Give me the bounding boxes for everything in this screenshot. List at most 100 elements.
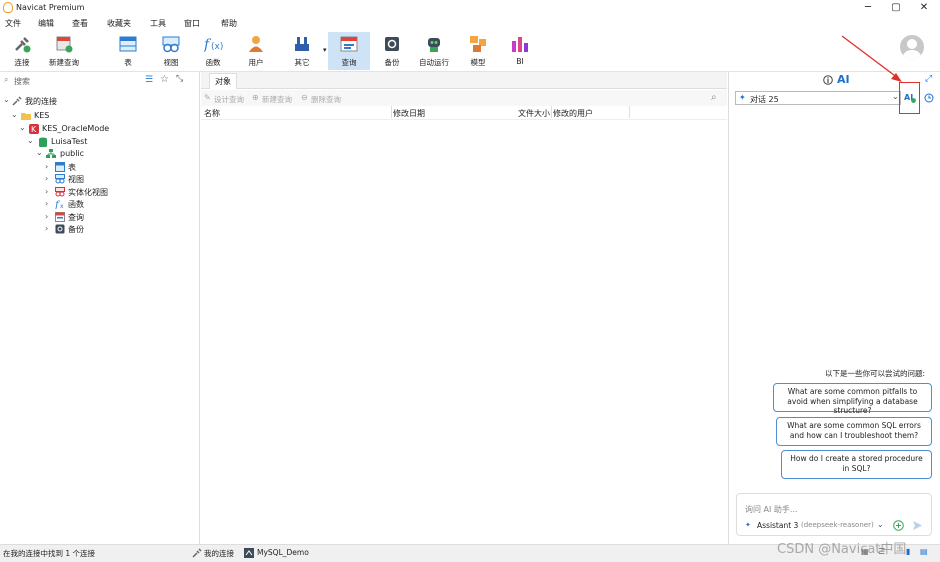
tree-item-views[interactable]: › 视图: [0, 174, 200, 185]
suggestions-title: 以下是一些你可以尝试的问题:: [825, 369, 926, 378]
column-modified-user[interactable]: 修改的用户: [553, 108, 593, 119]
toolbar-backup-button[interactable]: 备份: [372, 32, 412, 70]
menu-favorites[interactable]: 收藏夹: [107, 18, 131, 29]
chevron-down-icon[interactable]: ⌄: [877, 520, 884, 529]
column-name[interactable]: 名称: [204, 108, 220, 119]
info-icon[interactable]: [823, 75, 833, 85]
menu-file[interactable]: 文件: [5, 18, 21, 29]
tree-group-kes[interactable]: ⌄ KES: [0, 110, 200, 122]
add-icon[interactable]: [893, 520, 904, 531]
search-icon[interactable]: ⌕: [711, 92, 717, 103]
chevron-down-icon[interactable]: ⌄: [27, 136, 34, 145]
tree-label: 表: [68, 163, 76, 172]
toolbar-view-button[interactable]: 视图: [151, 32, 191, 70]
assistant-model[interactable]: (deepseek-reasoner): [801, 521, 874, 529]
column-modified-date[interactable]: 修改日期: [393, 108, 425, 119]
toolbar-model-button[interactable]: 模型: [458, 32, 498, 70]
suggestion-button[interactable]: What are some common SQL errors and how …: [776, 417, 932, 446]
toolbar-user-button[interactable]: 用户: [236, 32, 276, 70]
filter-icon[interactable]: ☰: [145, 75, 153, 85]
menu-view[interactable]: 查看: [72, 18, 88, 29]
toolbar-label: 视图: [163, 58, 179, 67]
conversation-select[interactable]: ✦ 对话 25 ⌄: [735, 91, 901, 105]
column-divider[interactable]: [551, 106, 552, 118]
assistant-name[interactable]: Assistant 3: [757, 521, 798, 530]
toolbar-label: BI: [516, 57, 524, 66]
search-input[interactable]: 搜索: [14, 76, 30, 87]
chevron-right-icon[interactable]: ›: [45, 224, 48, 233]
chevron-down-icon[interactable]: ⌄: [36, 148, 43, 157]
star-icon[interactable]: ☆: [160, 74, 169, 85]
toolbar-automation-button[interactable]: 自动运行: [414, 32, 454, 70]
tree-schema-public[interactable]: ⌄ public: [0, 148, 200, 160]
column-divider[interactable]: [629, 106, 630, 118]
tree-item-tables[interactable]: › 表: [0, 162, 200, 173]
tree-item-functions[interactable]: › fx 函数: [0, 199, 200, 210]
toolbar-other-button[interactable]: 其它: [282, 32, 322, 70]
toolbar-connection-button[interactable]: 连接: [2, 32, 42, 70]
navicat-logo-icon: [3, 2, 13, 13]
send-icon[interactable]: [912, 520, 923, 531]
column-header: 名称 修改日期 文件大小 修改的用户: [201, 106, 727, 120]
menu-edit[interactable]: 编辑: [38, 18, 54, 29]
new-query-button[interactable]: 新建查询: [262, 94, 292, 105]
function-icon: f (x): [204, 35, 223, 53]
toolbar-function-button[interactable]: f (x) 函数: [193, 32, 233, 70]
toolbar-label: 备份: [384, 58, 400, 67]
tree-connection-kes-oraclemode[interactable]: ⌄ K KES_OracleMode: [0, 123, 200, 135]
panel-toggle-icon[interactable]: ▮: [906, 547, 910, 556]
mysql-icon: [244, 548, 254, 558]
ai-input-field[interactable]: 询问 AI 助手...: [745, 504, 798, 515]
toolbar-bi-button[interactable]: BI: [500, 32, 540, 70]
toolbar-label: 函数: [205, 58, 221, 67]
close-icon[interactable]: ✕: [916, 1, 932, 15]
chevron-right-icon[interactable]: ›: [45, 199, 48, 208]
tab-objects[interactable]: 对象: [209, 73, 237, 89]
menu-help[interactable]: 帮助: [221, 18, 237, 29]
suggestion-button[interactable]: How do I create a stored procedure in SQ…: [781, 450, 932, 479]
new-conversation-icon[interactable]: AI: [904, 91, 916, 103]
toolbar-table-button[interactable]: 表: [108, 32, 148, 70]
chevron-right-icon[interactable]: ›: [45, 174, 48, 183]
menu-window[interactable]: 窗口: [184, 18, 200, 29]
dropdown-arrow-icon[interactable]: ▾: [323, 46, 327, 54]
tree-item-backups[interactable]: › 备份: [0, 224, 200, 235]
minimize-icon[interactable]: ─: [860, 1, 876, 15]
table-icon: [55, 162, 65, 172]
chevron-right-icon[interactable]: ›: [45, 187, 48, 196]
toolbar-label: 其它: [294, 58, 310, 67]
design-query-button[interactable]: 设计查询: [214, 94, 244, 105]
title-bar: Navicat Premium ─ ▢ ✕: [0, 0, 940, 16]
sidebar-search[interactable]: ⌕ 搜索 ☰ ☆ ⤡: [2, 74, 198, 88]
toolbar-query-button[interactable]: 查询: [328, 32, 370, 70]
design-query-icon: ✎: [204, 93, 211, 102]
status-connection[interactable]: 我的连接: [204, 548, 234, 559]
status-database[interactable]: MySQL_Demo: [257, 548, 309, 557]
column-divider[interactable]: [391, 106, 392, 118]
tree-item-queries[interactable]: › 查询: [0, 212, 200, 223]
ai-input-box[interactable]: 询问 AI 助手... ✦ Assistant 3 (deepseek-reas…: [736, 493, 932, 536]
detail-view-icon[interactable]: ▤: [920, 547, 928, 556]
collapse-icon[interactable]: ⤡: [176, 74, 183, 84]
chevron-down-icon[interactable]: ⌄: [892, 92, 899, 101]
history-icon[interactable]: [924, 93, 934, 103]
delete-query-button[interactable]: 删除查询: [311, 94, 341, 105]
tree-root[interactable]: ⌄ 我的连接: [0, 95, 200, 107]
tree-item-materialized-views[interactable]: › 实体化视图: [0, 187, 200, 198]
chevron-down-icon[interactable]: ⌄: [11, 110, 18, 119]
maximize-icon[interactable]: ▢: [888, 1, 904, 15]
expand-icon[interactable]: ⤢: [925, 74, 932, 84]
column-file-size[interactable]: 文件大小: [518, 108, 550, 119]
menu-tools[interactable]: 工具: [150, 18, 166, 29]
tree-database-luisatest[interactable]: ⌄ LuisaTest: [0, 136, 200, 148]
toolbar-new-query-button[interactable]: 新建查询: [44, 32, 84, 70]
chevron-right-icon[interactable]: ›: [45, 212, 48, 221]
tree-label: public: [60, 149, 85, 158]
chevron-down-icon[interactable]: ⌄: [19, 123, 26, 132]
toolbar-label: 用户: [248, 58, 264, 67]
tree-label: KES_OracleMode: [42, 124, 110, 133]
suggestion-button[interactable]: What are some common pitfalls to avoid w…: [773, 383, 932, 415]
chevron-right-icon[interactable]: ›: [45, 162, 48, 171]
toolbar-label: 新建查询: [49, 58, 79, 67]
chevron-down-icon[interactable]: ⌄: [3, 95, 10, 104]
